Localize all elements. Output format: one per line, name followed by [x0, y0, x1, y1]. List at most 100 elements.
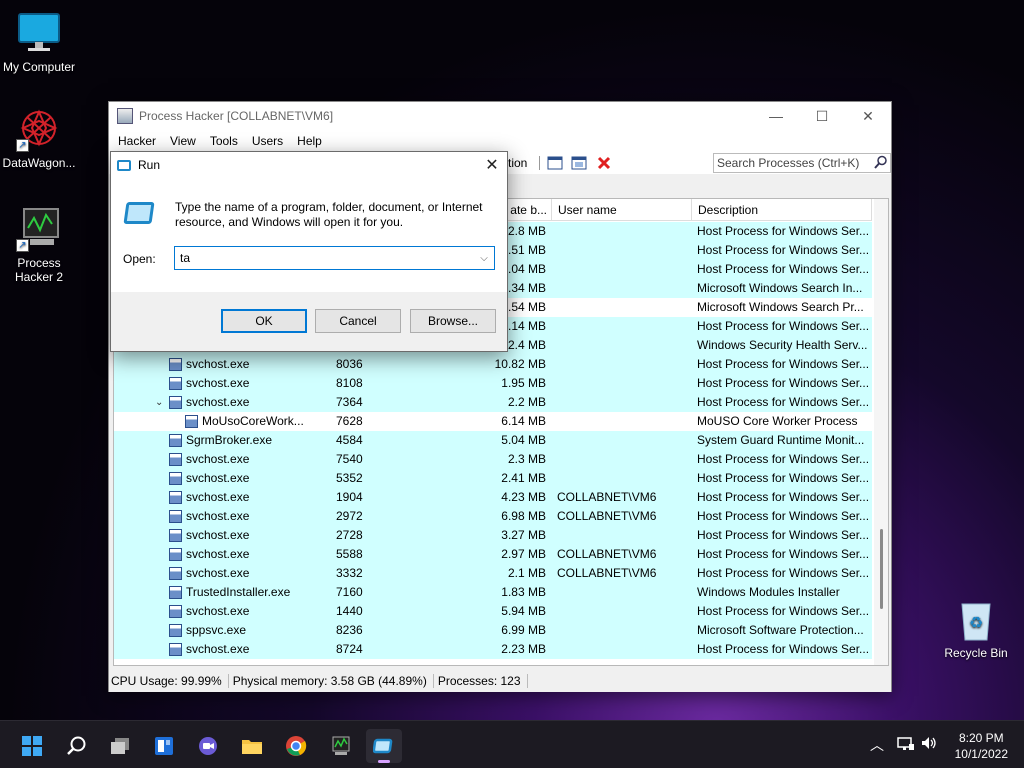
process-private-bytes: 6.14 MB — [501, 414, 546, 428]
taskbar-search-button[interactable] — [58, 729, 94, 763]
process-description: Host Process for Windows Ser... — [697, 452, 869, 466]
process-icon — [169, 643, 182, 656]
run-taskbar-button[interactable] — [366, 729, 402, 763]
process-private-bytes: 2.3 MB — [507, 452, 546, 466]
desktop-icon-my-computer[interactable]: My Computer — [0, 10, 78, 74]
process-description: Host Process for Windows Ser... — [697, 509, 869, 523]
process-user — [557, 336, 689, 355]
toolbar-find-handles-button[interactable]: tion — [508, 156, 527, 170]
process-name: TrustedInstaller.exe — [186, 585, 291, 599]
process-description: Host Process for Windows Ser... — [697, 566, 869, 580]
title-bar[interactable]: Process Hacker [COLLABNET\VM6] — ☐ ✕ — [109, 102, 891, 130]
clock-date: 10/1/2022 — [954, 747, 1008, 761]
process-user — [557, 241, 689, 260]
menu-hacker[interactable]: Hacker — [111, 134, 163, 148]
close-icon[interactable]: ✕ — [477, 155, 507, 175]
process-pid: 3332 — [336, 566, 363, 580]
process-name: SgrmBroker.exe — [186, 433, 273, 447]
chrome-button[interactable] — [278, 729, 314, 763]
process-private-bytes: 5.94 MB — [501, 604, 546, 618]
search-icon[interactable] — [874, 155, 890, 172]
vertical-scrollbar[interactable] — [874, 199, 888, 665]
process-row[interactable]: SgrmBroker.exe 4584 5.04 MB System Guard Ru… — [114, 431, 872, 450]
ok-button[interactable]: OK — [221, 309, 307, 333]
run-dialog: Run ✕ Type the name of a program, folder… — [110, 151, 508, 352]
menu-users[interactable]: Users — [245, 134, 290, 148]
process-pid: 4584 — [336, 433, 363, 447]
clock[interactable]: 8:20 PM 10/1/2022 — [955, 730, 1008, 762]
column-user-name[interactable]: User name — [552, 199, 692, 221]
column-description[interactable]: Description — [692, 199, 872, 221]
terminate-icon[interactable] — [596, 155, 612, 171]
folder-icon — [242, 740, 262, 754]
menu-bar: Hacker View Tools Users Help — [109, 130, 891, 152]
chevron-down-icon[interactable]: ⌄ — [155, 393, 163, 412]
chevron-up-icon[interactable]: ︿ — [870, 735, 884, 755]
open-combobox[interactable]: ta ⌵ — [174, 246, 495, 270]
process-row[interactable]: svchost.exe 5352 2.41 MB Host Process for W… — [114, 469, 872, 488]
widgets-button[interactable] — [146, 729, 182, 763]
menu-help[interactable]: Help — [290, 134, 329, 148]
desktop-icon-label: My Computer — [2, 60, 76, 74]
process-hacker-icon — [332, 736, 350, 755]
file-explorer-button[interactable] — [234, 729, 270, 763]
maximize-button[interactable]: ☐ — [799, 102, 845, 130]
process-description: Microsoft Windows Search In... — [697, 281, 863, 295]
scrollbar-thumb[interactable] — [880, 529, 883, 609]
process-row[interactable]: svchost.exe 1904 4.23 MB COLLABNET\VM6 Host … — [114, 488, 872, 507]
window-icon[interactable] — [547, 155, 563, 171]
run-title-bar[interactable]: Run ✕ — [111, 152, 507, 178]
process-hacker-taskbar-button[interactable] — [322, 729, 358, 763]
process-description: Host Process for Windows Ser... — [697, 243, 869, 257]
process-row[interactable]: sppsvc.exe 8236 6.99 MB Microsoft Software … — [114, 621, 872, 640]
process-name: svchost.exe — [186, 547, 250, 561]
close-button[interactable]: ✕ — [845, 102, 891, 130]
process-row[interactable]: svchost.exe 5588 2.97 MB COLLABNET\VM6 Host … — [114, 545, 872, 564]
process-row[interactable]: svchost.exe 3332 2.1 MB COLLABNET\VM6 Host P… — [114, 564, 872, 583]
process-icon — [169, 548, 182, 561]
toolbar-separator — [539, 156, 540, 170]
process-row[interactable]: ⌄ svchost.exe 7364 2.2 MB Host Process for W… — [114, 393, 872, 412]
window-list-icon[interactable] — [571, 155, 587, 171]
process-name: svchost.exe — [186, 395, 250, 409]
process-row[interactable]: svchost.exe 8036 10.82 MB Host Process for … — [114, 355, 872, 374]
chevron-down-icon[interactable]: ⌵ — [474, 253, 494, 264]
process-private-bytes: 2.2 MB — [507, 395, 546, 409]
browse-button[interactable]: Browse... — [410, 309, 496, 333]
desktop-icon-datawagon[interactable]: ↗ DataWagon... — [0, 106, 78, 170]
process-row[interactable]: TrustedInstaller.exe 7160 1.83 MB Windows M… — [114, 583, 872, 602]
teams-chat-button[interactable] — [190, 729, 226, 763]
process-row[interactable]: svchost.exe 1440 5.94 MB Host Process for W… — [114, 602, 872, 621]
search-processes-input[interactable]: Search Processes (Ctrl+K) — [713, 153, 891, 173]
open-input-value[interactable]: ta — [180, 251, 474, 265]
process-user — [557, 583, 689, 602]
process-icon — [169, 377, 182, 390]
process-row[interactable]: svchost.exe 2728 3.27 MB Host Process for W… — [114, 526, 872, 545]
desktop-icon-process-hacker[interactable]: ↗ Process Hacker 2 — [0, 206, 78, 284]
process-name: MoUsoCoreWork... — [202, 414, 304, 428]
process-name: sppsvc.exe — [186, 623, 247, 637]
network-icon[interactable] — [897, 735, 915, 754]
process-row[interactable]: svchost.exe 2972 6.98 MB COLLABNET\VM6 Host … — [114, 507, 872, 526]
minimize-button[interactable]: — — [753, 102, 799, 130]
recycle-bin-label: Recycle Bin — [944, 646, 1008, 660]
menu-view[interactable]: View — [163, 134, 203, 148]
process-row[interactable]: svchost.exe 8724 2.23 MB Host Process for W… — [114, 640, 872, 659]
process-name: svchost.exe — [186, 357, 250, 371]
process-user — [557, 450, 689, 469]
desktop-icon-recycle-bin[interactable]: ♻ Recycle Bin — [940, 598, 1012, 660]
task-view-button[interactable] — [102, 729, 138, 763]
start-button[interactable] — [14, 729, 50, 763]
menu-tools[interactable]: Tools — [203, 134, 245, 148]
process-row[interactable]: MoUsoCoreWork... 7628 6.14 MB MoUSO Core Wo… — [114, 412, 872, 431]
process-name: svchost.exe — [186, 528, 250, 542]
process-name: svchost.exe — [186, 376, 250, 390]
process-row[interactable]: svchost.exe 8108 1.95 MB Host Process for W… — [114, 374, 872, 393]
cancel-button[interactable]: Cancel — [315, 309, 401, 333]
process-icon — [169, 529, 182, 542]
process-description: Host Process for Windows Ser... — [697, 224, 869, 238]
process-icon — [169, 567, 182, 580]
volume-icon[interactable] — [920, 735, 938, 754]
process-pid: 2972 — [336, 509, 363, 523]
process-row[interactable]: svchost.exe 7540 2.3 MB Host Process for Wi… — [114, 450, 872, 469]
